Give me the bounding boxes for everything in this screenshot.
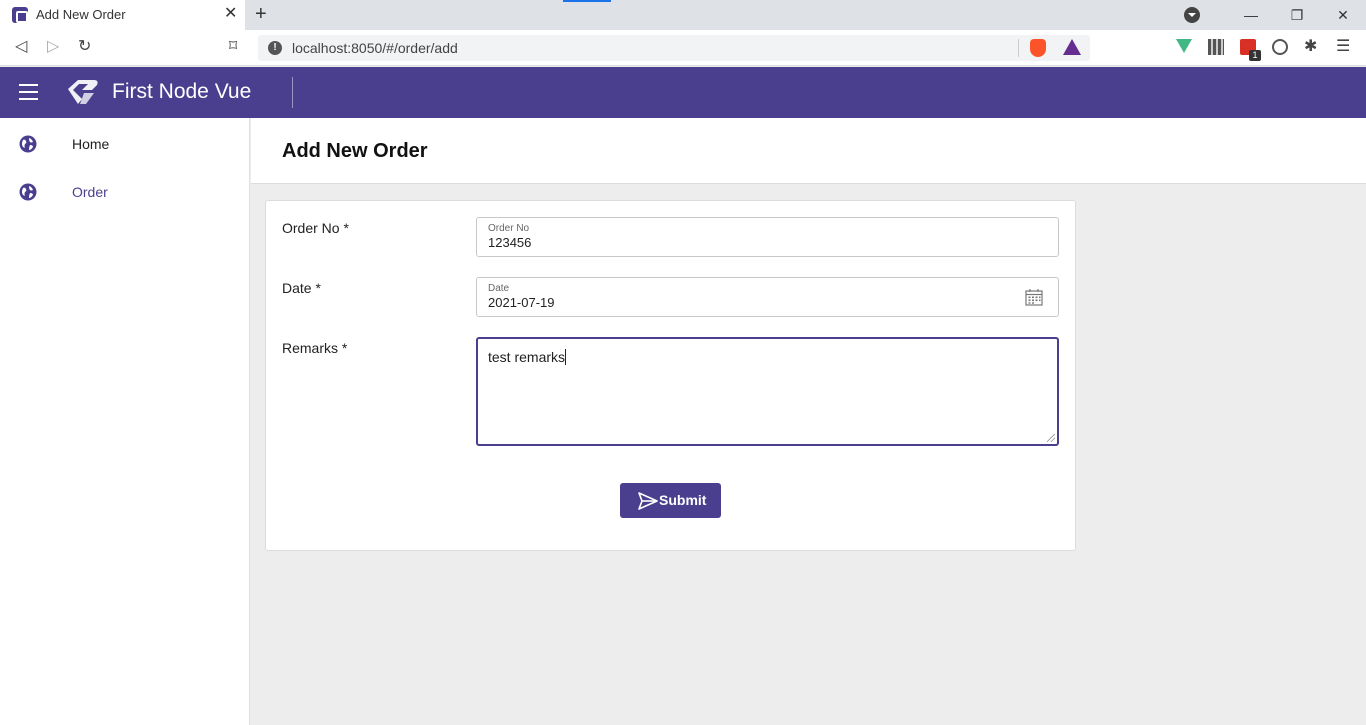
app-logo-icon xyxy=(68,80,98,104)
omnibox-divider xyxy=(1018,39,1019,57)
remarks-label: Remarks * xyxy=(282,340,348,356)
remarks-value-wrap: test remarks xyxy=(488,349,567,365)
sidebar-item-label: Home xyxy=(72,136,110,152)
sidebar: Home Order xyxy=(0,118,250,725)
extensions-puzzle-icon[interactable]: ✱ xyxy=(1304,39,1320,55)
restore-button[interactable]: ❐ xyxy=(1274,7,1320,24)
appbar-divider xyxy=(292,77,293,108)
order-no-field[interactable]: Order No 123456 xyxy=(476,217,1059,257)
browser-menu-icon[interactable]: ☰ xyxy=(1336,39,1352,55)
browser-tabstrip: Add New Order ✕ + — ❐ ✕ xyxy=(0,0,1366,30)
brave-rewards-icon[interactable] xyxy=(1063,39,1081,55)
circle-extension-icon[interactable] xyxy=(1272,39,1288,55)
forward-button[interactable]: ▷ xyxy=(47,37,59,57)
resize-grip-icon[interactable] xyxy=(1047,434,1055,442)
order-no-label: Order No * xyxy=(282,220,349,236)
submit-button[interactable]: Submit xyxy=(620,483,721,518)
submit-label: Submit xyxy=(659,492,707,508)
remarks-value[interactable]: test remarks xyxy=(488,349,565,365)
date-field[interactable]: Date 2021-07-19 xyxy=(476,277,1059,317)
app-bar: First Node Vue xyxy=(0,67,1366,118)
reload-button[interactable]: ↻ xyxy=(78,37,91,57)
date-float-label: Date xyxy=(488,283,510,294)
date-label: Date * xyxy=(282,280,321,296)
tab-title: Add New Order xyxy=(36,7,126,22)
browser-toolbar: ◁ ▷ ↻ ⌑ ! localhost:8050/#/order/add 1 ✱… xyxy=(0,30,1366,66)
app-favicon-icon xyxy=(12,7,28,23)
vue-devtools-icon[interactable] xyxy=(1176,39,1192,53)
new-tab-button[interactable]: + xyxy=(255,3,267,25)
site-info-icon[interactable]: ! xyxy=(268,41,282,55)
date-value[interactable]: 2021-07-19 xyxy=(488,295,555,310)
page-header: Add New Order xyxy=(251,118,1366,184)
bookmark-icon[interactable]: ⌑ xyxy=(229,37,237,57)
minimize-button[interactable]: — xyxy=(1228,7,1274,23)
url-text[interactable]: localhost:8050/#/order/add xyxy=(292,40,458,56)
tab-close-icon[interactable]: ✕ xyxy=(224,5,237,23)
globe-icon xyxy=(19,135,37,153)
brave-shields-icon[interactable] xyxy=(1030,39,1046,57)
order-form-card: Order No * Order No 123456 Date * Date 2… xyxy=(265,200,1076,551)
send-icon xyxy=(638,492,658,510)
calendar-icon[interactable] xyxy=(1025,288,1043,306)
tab-indicator xyxy=(563,0,611,2)
order-no-float-label: Order No xyxy=(488,223,530,234)
tab-search-icon[interactable] xyxy=(1184,7,1200,23)
order-no-value[interactable]: 123456 xyxy=(488,235,531,250)
text-caret xyxy=(565,349,567,365)
page-title: Add New Order xyxy=(282,140,428,162)
back-button[interactable]: ◁ xyxy=(15,37,27,57)
browser-tab[interactable]: Add New Order ✕ xyxy=(0,0,245,30)
qr-code-extension-icon[interactable] xyxy=(1208,39,1224,55)
sidebar-item-label: Order xyxy=(72,184,108,200)
window-controls: — ❐ ✕ xyxy=(1184,0,1366,30)
sidebar-item-home[interactable]: Home xyxy=(0,123,249,163)
hamburger-menu-icon[interactable] xyxy=(19,84,38,100)
remarks-textarea[interactable]: test remarks xyxy=(476,337,1059,446)
globe-icon xyxy=(19,183,37,201)
sidebar-item-order[interactable]: Order xyxy=(0,171,249,211)
app-title[interactable]: First Node Vue xyxy=(112,80,251,104)
extension-badge: 1 xyxy=(1249,50,1261,61)
close-window-button[interactable]: ✕ xyxy=(1320,7,1366,24)
address-bar[interactable]: ! localhost:8050/#/order/add xyxy=(258,35,1090,61)
